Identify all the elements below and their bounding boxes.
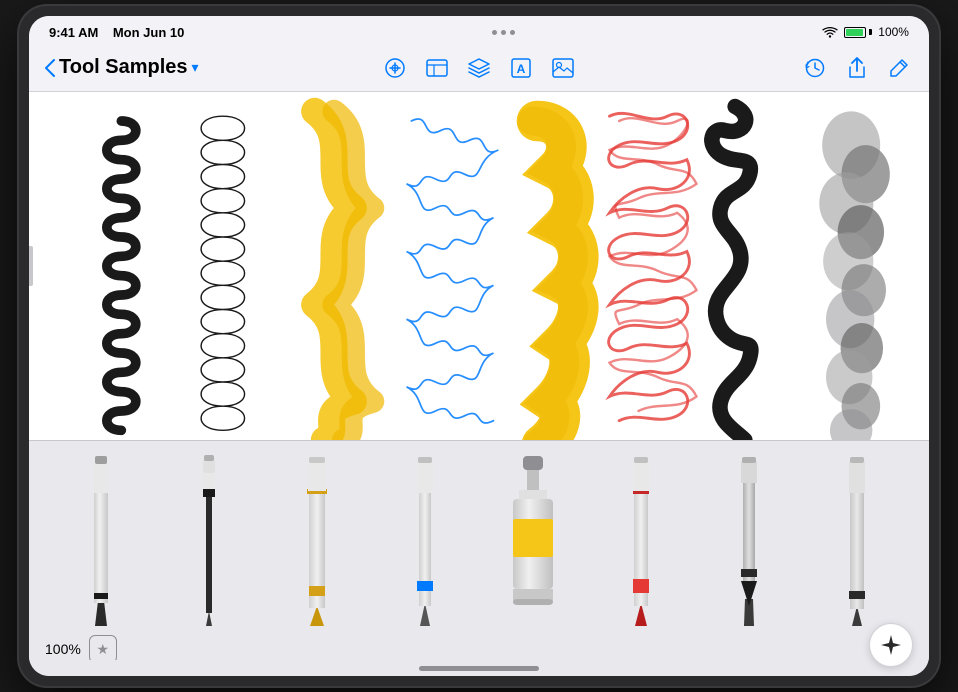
title-chevron-icon: ▾ [192,59,199,76]
tools-row [29,441,929,626]
zoom-percentage: 100% [45,641,81,657]
dot-2 [501,30,506,35]
tool-crayon[interactable] [589,451,693,626]
canvas-area [29,92,929,440]
ipad-frame: 9:41 AM Mon Jun 10 [19,6,939,686]
back-button[interactable] [45,59,55,77]
toolbar-right [585,54,913,82]
layers-button[interactable] [465,54,493,82]
status-center-dots [492,30,515,35]
toolbar: Tool Samples ▾ [29,44,929,92]
battery-indicator [844,27,872,38]
sidebar-handle[interactable] [29,246,33,286]
favorites-button[interactable]: ★ [89,635,117,663]
brush-strokes-canvas [29,92,929,440]
tool-marker[interactable] [265,451,369,626]
battery-fill [846,29,863,36]
image-tool-button[interactable] [549,54,577,82]
annotation-tool-button[interactable] [381,54,409,82]
home-indicator [29,660,929,676]
toolbar-center: A [381,54,577,82]
status-time: 9:41 AM Mon Jun 10 [49,25,184,40]
share-button[interactable] [843,54,871,82]
tool-palette: 100% ★ [29,440,929,660]
star-icon: ★ [97,641,110,658]
battery-nub [869,29,872,35]
time-display: 9:41 AM [49,25,98,40]
ipad-screen: 9:41 AM Mon Jun 10 [29,16,929,676]
dot-3 [510,30,515,35]
pen-selector-button[interactable] [869,623,913,667]
panel-view-button[interactable] [423,54,451,82]
tool-paint-bottle[interactable] [481,451,585,626]
tool-felt-tip[interactable] [805,451,909,626]
edit-button[interactable] [885,54,913,82]
tool-brush-pen[interactable] [373,451,477,626]
status-bar: 9:41 AM Mon Jun 10 [29,16,929,44]
zoom-controls: 100% ★ [45,635,117,663]
history-button[interactable] [801,54,829,82]
battery-body [844,27,866,38]
svg-text:A: A [517,62,526,76]
text-tool-button[interactable]: A [507,54,535,82]
home-bar [419,666,539,671]
toolbar-left: Tool Samples ▾ [45,56,373,79]
status-right: 100% [822,25,909,39]
tool-nib-pen[interactable] [697,451,801,626]
tool-pencil[interactable] [49,451,153,626]
dot-1 [492,30,497,35]
battery-percentage: 100% [878,25,909,39]
document-title: Tool Samples [59,56,188,79]
document-title-button[interactable]: Tool Samples ▾ [59,56,199,79]
tool-ballpoint-pen[interactable] [157,451,261,626]
date-display: Mon Jun 10 [113,25,185,40]
wifi-icon [822,26,838,38]
